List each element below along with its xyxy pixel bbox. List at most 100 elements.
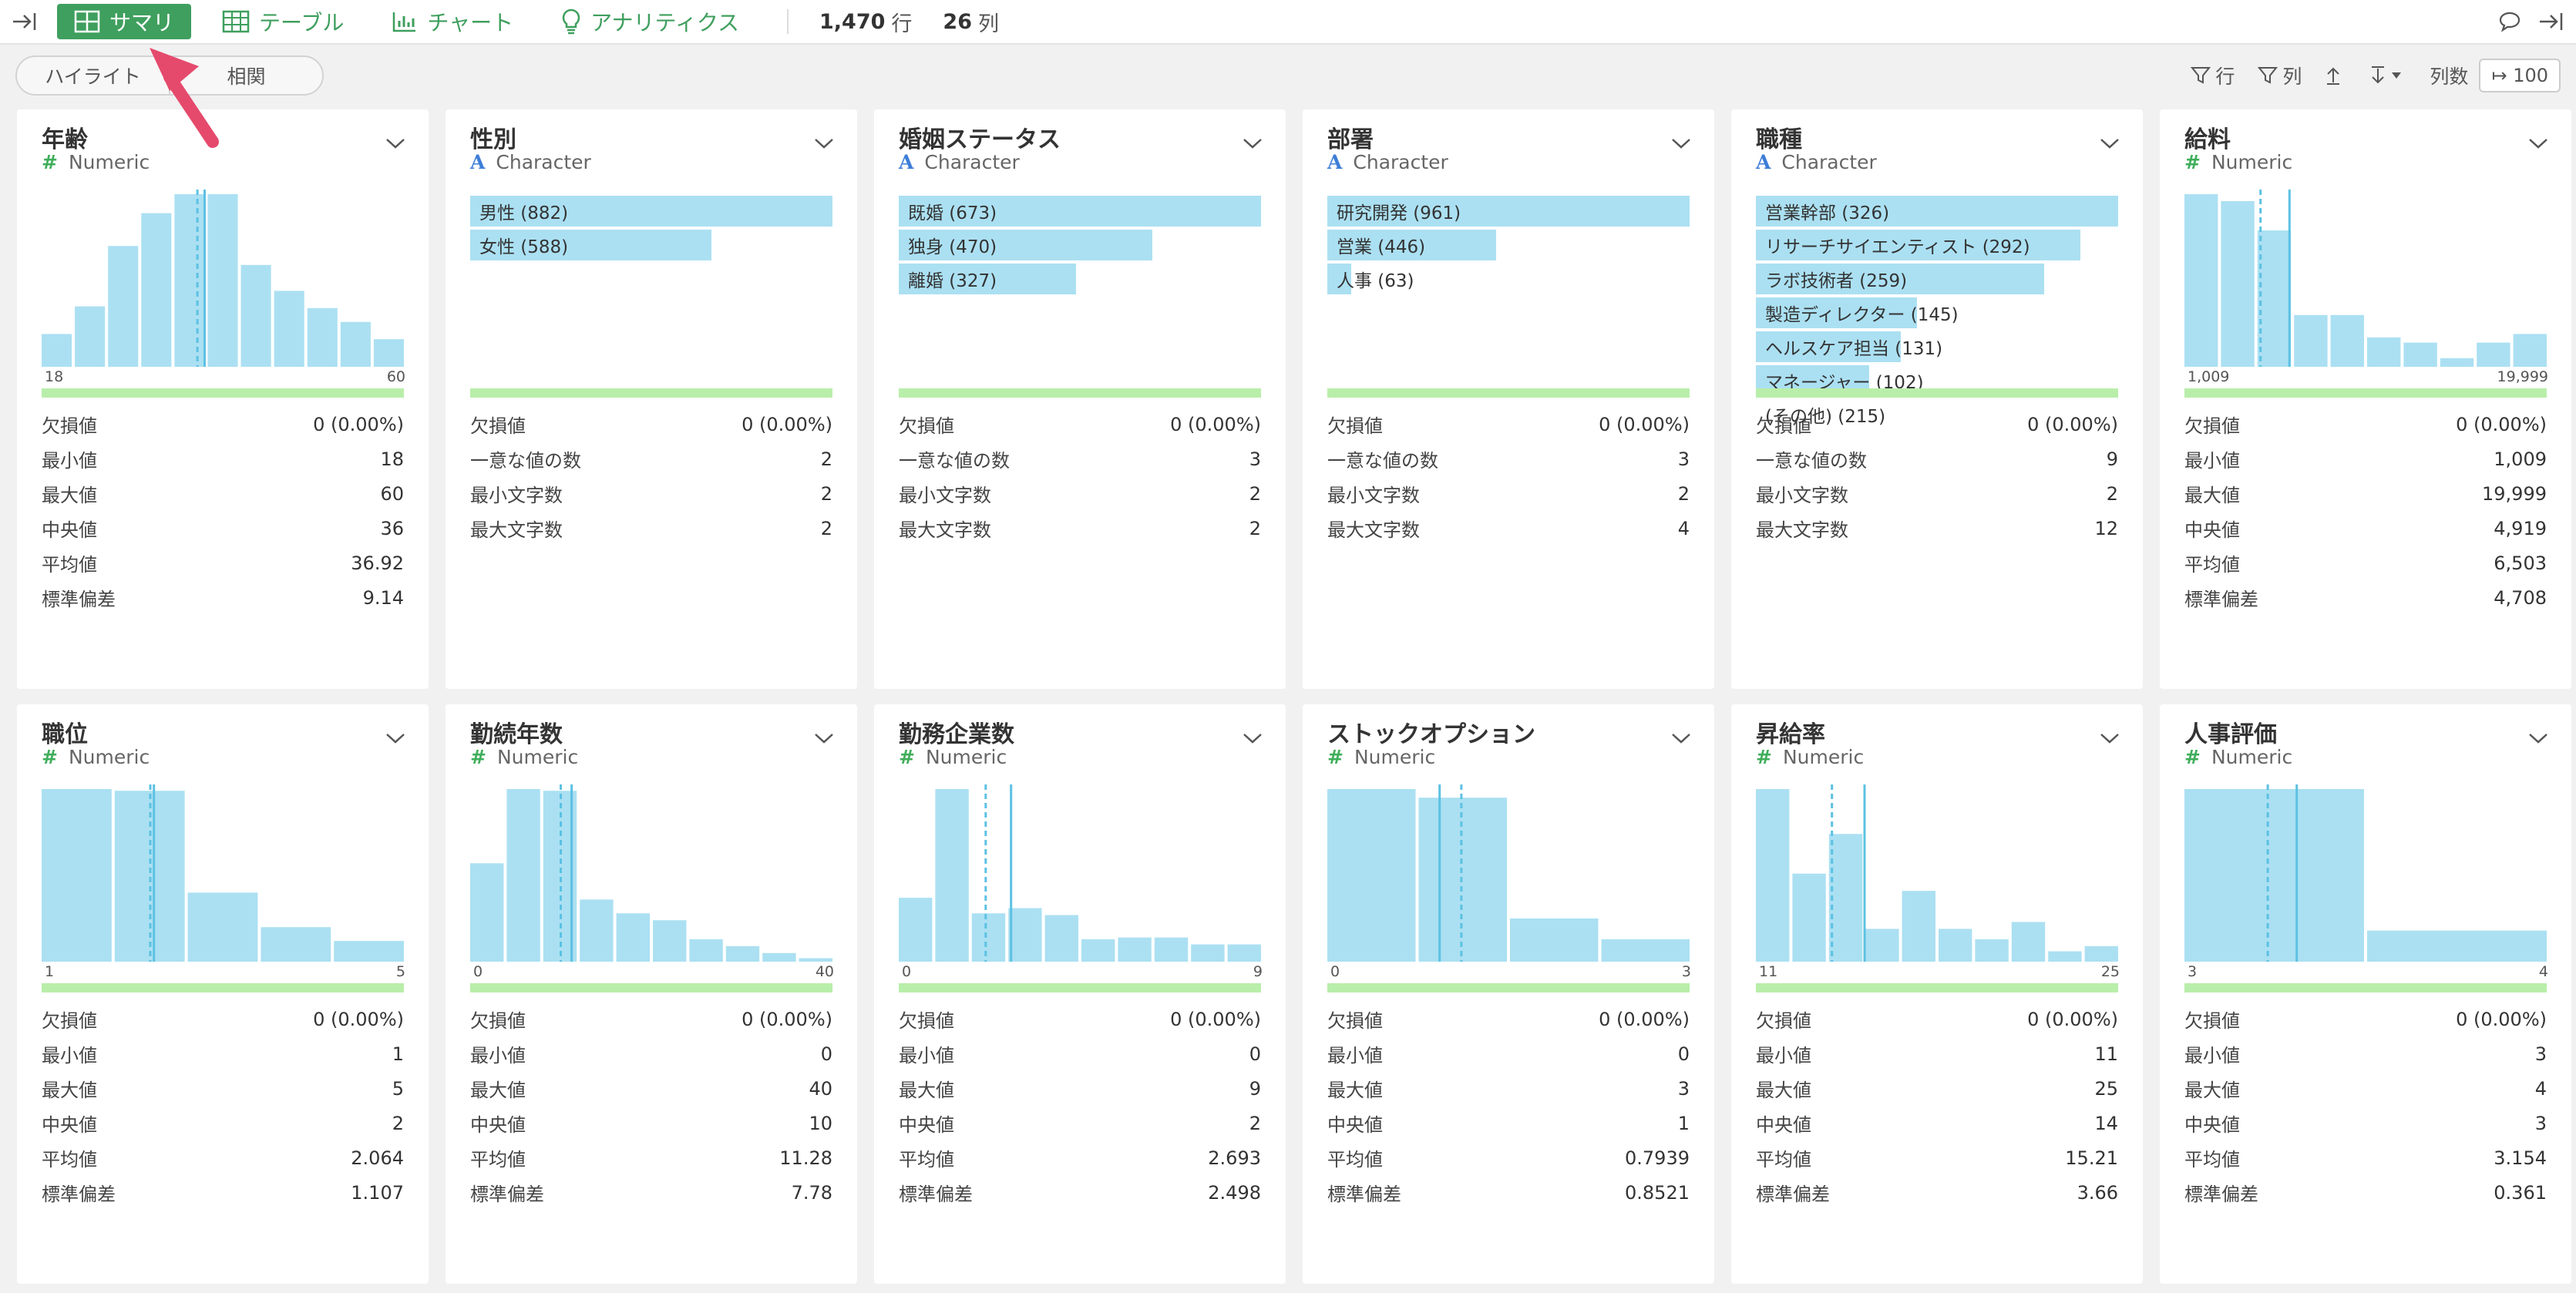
histogram-bar[interactable]	[1081, 939, 1115, 962]
histogram-bar[interactable]	[1865, 929, 1899, 962]
histogram-bar[interactable]	[75, 306, 106, 367]
histogram-bar[interactable]	[1154, 937, 1189, 962]
column-summary-card[interactable]: 人事評価 # Numeric 3 4 欠損値 0 (0.00%) 最小値 3 最大…	[2160, 704, 2571, 1284]
chevron-down-icon[interactable]	[385, 732, 405, 744]
comment-icon[interactable]	[2494, 6, 2525, 37]
histogram-bar[interactable]	[187, 892, 258, 962]
column-summary-card[interactable]: 勤務企業数 # Numeric 0 9 欠損値 0 (0.00%) 最小値 0 最…	[874, 704, 1286, 1284]
column-summary-card[interactable]: 職位 # Numeric 1 5 欠損値 0 (0.00%) 最小値 1 最大値 …	[17, 704, 429, 1284]
value-bar-item[interactable]: リサーチサイエンティスト (292)	[1756, 230, 2118, 260]
row-filter-button[interactable]: 行	[2191, 62, 2235, 89]
histogram-bar[interactable]	[1792, 873, 1826, 962]
chevron-down-icon[interactable]	[2528, 137, 2548, 149]
histogram-bar[interactable]	[2477, 342, 2510, 367]
histogram-bar[interactable]	[2403, 342, 2437, 367]
histogram-bar[interactable]	[42, 789, 112, 962]
column-summary-card[interactable]: 性別 A Character 男性 (882) 女性 (588) 欠損値 0 (…	[446, 109, 857, 689]
histogram-bar[interactable]	[141, 213, 172, 367]
value-bar-item[interactable]: 製造ディレクター (145)	[1756, 297, 2118, 328]
histogram-bar[interactable]	[1939, 929, 1972, 962]
histogram-bar[interactable]	[935, 789, 969, 962]
histogram-bar[interactable]	[42, 334, 72, 367]
column-summary-card[interactable]: 部署 A Character 研究開発 (961) 営業 (446) 人事 (6…	[1303, 109, 1714, 689]
chevron-down-icon[interactable]	[2100, 732, 2120, 744]
histogram-bar[interactable]	[2367, 930, 2547, 962]
histogram-bar[interactable]	[616, 913, 650, 962]
histogram-bar[interactable]	[307, 307, 338, 367]
value-bar-item[interactable]: 独身 (470)	[899, 230, 1261, 260]
histogram-bar[interactable]	[1327, 789, 1416, 962]
chevron-down-icon[interactable]	[2528, 732, 2548, 744]
histogram-bar[interactable]	[899, 898, 933, 962]
column-filter-button[interactable]: 列	[2258, 62, 2302, 89]
histogram-bar[interactable]	[1975, 939, 2009, 962]
histogram-bar[interactable]	[2221, 200, 2255, 367]
column-summary-card[interactable]: ストックオプション # Numeric 0 3 欠損値 0 (0.00%) 最小値…	[1303, 704, 1714, 1284]
histogram-bar[interactable]	[653, 920, 687, 962]
value-bar-item[interactable]: 離婚 (327)	[899, 264, 1261, 294]
histogram-bar[interactable]	[725, 945, 760, 962]
histogram-bar[interactable]	[240, 264, 271, 367]
column-count-input[interactable]: ↦ 100	[2479, 59, 2561, 92]
histogram-bar[interactable]	[2084, 945, 2118, 962]
histogram-bar[interactable]	[373, 339, 404, 367]
histogram-bar[interactable]	[1828, 834, 1863, 962]
histogram-bar[interactable]	[261, 927, 331, 962]
histogram-bar[interactable]	[2184, 789, 2364, 962]
chevron-down-icon[interactable]	[1243, 732, 1263, 744]
histogram-bar[interactable]	[1902, 891, 1935, 962]
histogram-bar[interactable]	[2330, 314, 2364, 367]
histogram-bar[interactable]	[2048, 951, 2082, 962]
histogram-bar[interactable]	[1510, 919, 1599, 962]
chevron-down-icon[interactable]	[1243, 137, 1263, 149]
histogram-bar[interactable]	[1118, 937, 1152, 962]
histogram-bar[interactable]	[470, 863, 504, 962]
histogram-bar[interactable]	[506, 789, 540, 962]
histogram-bar[interactable]	[2367, 337, 2401, 367]
column-summary-card[interactable]: 勤続年数 # Numeric 0 40 欠損値 0 (0.00%) 最小値 0 最…	[446, 704, 857, 1284]
value-bar-item[interactable]: 営業幹部 (326)	[1756, 196, 2118, 227]
histogram-bar[interactable]	[334, 941, 404, 962]
value-bar-item[interactable]: 女性 (588)	[470, 230, 832, 260]
histogram-bar[interactable]	[2184, 194, 2218, 367]
histogram-bar[interactable]	[580, 899, 614, 962]
histogram-bar[interactable]	[1191, 944, 1225, 962]
tab-chart[interactable]: チャート	[375, 4, 530, 39]
histogram-bar[interactable]	[174, 194, 205, 367]
histogram-bar[interactable]	[1418, 798, 1508, 962]
value-bar-item[interactable]: 営業 (446)	[1327, 230, 1690, 260]
histogram-bar[interactable]	[1227, 944, 1261, 962]
histogram-bar[interactable]	[1008, 908, 1042, 962]
collapse-left-icon[interactable]	[9, 6, 40, 37]
chevron-down-icon[interactable]	[2100, 137, 2120, 149]
chevron-down-icon[interactable]	[385, 137, 405, 149]
column-summary-card[interactable]: 職種 A Character 営業幹部 (326) リサーチサイエンティスト (…	[1731, 109, 2143, 689]
chevron-down-icon[interactable]	[814, 137, 834, 149]
histogram-bar[interactable]	[2257, 230, 2292, 367]
histogram-bar[interactable]	[2440, 358, 2474, 367]
value-bar-item[interactable]: 既婚 (673)	[899, 196, 1261, 227]
value-bar-item[interactable]: 男性 (882)	[470, 196, 832, 227]
chevron-down-icon[interactable]	[1671, 137, 1691, 149]
value-bar-item[interactable]: ヘルスケア担当 (131)	[1756, 331, 2118, 362]
histogram-bar[interactable]	[2294, 314, 2328, 367]
histogram-bar[interactable]	[340, 321, 371, 367]
histogram-bar[interactable]	[689, 939, 723, 962]
sort-ascending-button[interactable]	[2325, 65, 2346, 86]
histogram-bar[interactable]	[1601, 939, 1690, 962]
histogram-bar[interactable]	[108, 246, 139, 367]
sort-descending-button[interactable]	[2369, 65, 2406, 86]
histogram-bar[interactable]	[2513, 334, 2547, 367]
value-bar-item[interactable]: 人事 (63)	[1327, 264, 1690, 294]
histogram-bar[interactable]	[207, 194, 238, 367]
column-summary-card[interactable]: 昇給率 # Numeric 11 25 欠損値 0 (0.00%) 最小値 11 …	[1731, 704, 2143, 1284]
column-summary-card[interactable]: 年齢 # Numeric 18 60 欠損値 0 (0.00%) 最小値 18 最…	[17, 109, 429, 689]
histogram-bar[interactable]	[799, 958, 832, 962]
tab-table[interactable]: テーブル	[205, 4, 361, 39]
histogram-bar[interactable]	[1044, 915, 1078, 962]
chevron-down-icon[interactable]	[1671, 732, 1691, 744]
collapse-right-icon[interactable]	[2536, 6, 2567, 37]
tab-summary[interactable]: サマリ	[57, 4, 192, 39]
histogram-bar[interactable]	[762, 952, 796, 962]
chevron-down-icon[interactable]	[814, 732, 834, 744]
